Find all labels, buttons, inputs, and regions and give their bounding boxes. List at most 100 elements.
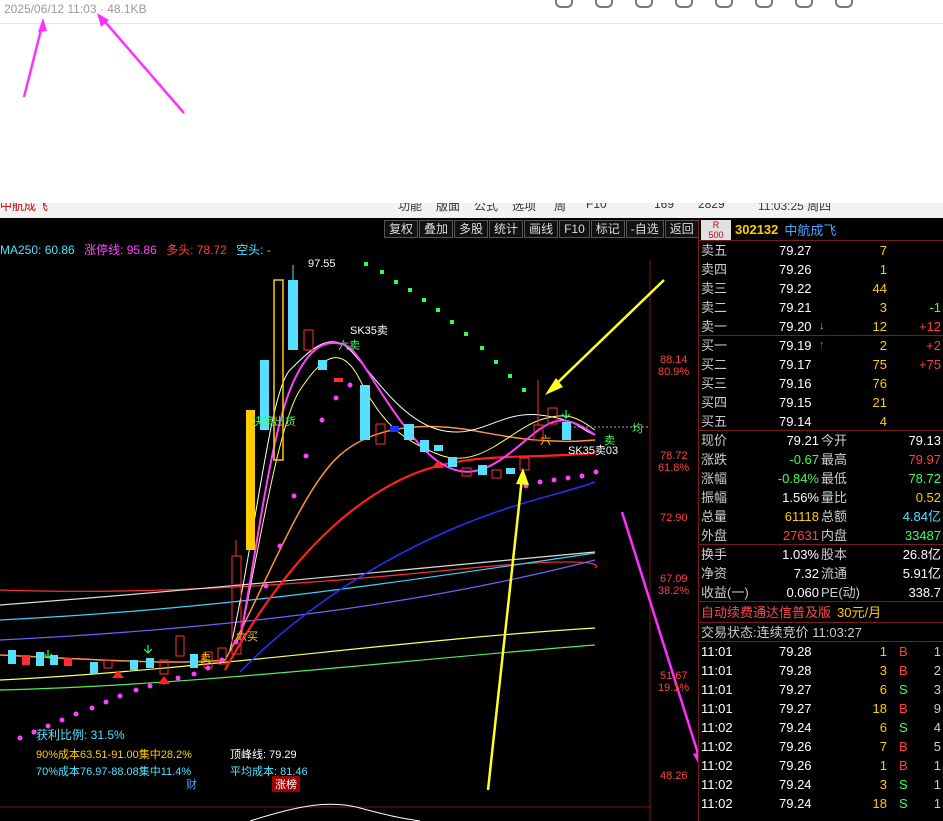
btn-watchlist[interactable]: -自选 bbox=[625, 220, 664, 238]
tick-time: 11:01 bbox=[701, 644, 733, 659]
tick-count: 9 bbox=[933, 701, 941, 716]
stat-label: PE(动) bbox=[821, 585, 861, 600]
tick-row[interactable]: 11:01 79.27 18 B 9 bbox=[699, 699, 943, 718]
ma-line-white bbox=[0, 551, 596, 606]
btn-draw[interactable]: 画线 bbox=[524, 220, 559, 238]
tick-price: 79.24 bbox=[779, 720, 812, 735]
tick-price: 79.24 bbox=[779, 777, 812, 792]
tick-row[interactable]: 11:02 79.24 3 S 1 bbox=[699, 775, 943, 794]
tick-side: S bbox=[899, 682, 908, 697]
ma-line-green bbox=[0, 644, 596, 691]
ob-price: 79.15 bbox=[779, 395, 812, 410]
stat-label: 流通 bbox=[821, 566, 848, 581]
tick-time: 11:01 bbox=[701, 701, 733, 716]
stat-label: 总额 bbox=[821, 509, 848, 524]
promo-text[interactable]: 自动续费通达信普及版 bbox=[701, 605, 831, 620]
ob-volume: 75 bbox=[872, 357, 887, 372]
trade-state: 交易状态:连续竞价 11:03:27 bbox=[699, 623, 943, 642]
stock-name: 中航成飞 bbox=[784, 223, 837, 238]
ob-label: 卖三 bbox=[701, 281, 728, 296]
tick-time: 11:02 bbox=[701, 777, 733, 792]
tick-price: 79.26 bbox=[779, 739, 812, 754]
tick-list[interactable]: 11:01 79.28 1 B 1 11:01 79.28 3 B 2 11:01 79.27 6 S 3 1… bbox=[699, 642, 943, 813]
orderbook-row[interactable]: 卖二 79.21 3 -1 bbox=[699, 298, 943, 317]
stat-label: 净资 bbox=[701, 566, 728, 581]
axis-19-1: 19.1% bbox=[658, 682, 690, 694]
menu-func[interactable]: 功能 bbox=[398, 203, 422, 214]
sell6-top-label: 六卖 bbox=[338, 340, 360, 352]
ob-price: 79.17 bbox=[779, 357, 812, 372]
tick-row[interactable]: 11:02 79.24 18 S 1 bbox=[699, 794, 943, 813]
stat-row: 总量 61118 总额 4.84亿 bbox=[699, 507, 943, 526]
peak-line: 顶峰线: 79.29 bbox=[230, 749, 297, 761]
ob-label: 卖二 bbox=[701, 300, 728, 315]
tick-row[interactable]: 11:02 79.26 7 B 5 bbox=[699, 737, 943, 756]
stat-value: 338.7 bbox=[908, 585, 941, 600]
menu-week[interactable]: 周 bbox=[554, 203, 566, 214]
ob-price: 79.16 bbox=[779, 376, 812, 391]
stat-value: -0.67 bbox=[789, 452, 819, 467]
menu-options[interactable]: 选项 bbox=[512, 203, 536, 214]
orderbook-row[interactable]: 卖三 79.22 44 bbox=[699, 279, 943, 298]
badge-top: R bbox=[712, 219, 720, 230]
menu-f10[interactable]: F10 bbox=[586, 203, 607, 211]
stat-label: 股本 bbox=[821, 547, 848, 562]
orderbook-row[interactable]: 卖一 79.20 ↓ 12 +12 bbox=[699, 317, 943, 336]
stat-label: 换手 bbox=[701, 547, 728, 562]
tick-time: 11:02 bbox=[701, 739, 733, 754]
tick-row[interactable]: 11:02 79.24 6 S 4 bbox=[699, 718, 943, 737]
orderbook-row[interactable]: 卖四 79.26 1 bbox=[699, 260, 943, 279]
tick-price: 79.28 bbox=[779, 644, 812, 659]
menu-time: 11:03:25 周四 bbox=[758, 203, 832, 213]
btn-back[interactable]: 返回 bbox=[664, 220, 699, 238]
ob-volume: 7 bbox=[879, 243, 887, 258]
stat-value: 27631 bbox=[782, 528, 819, 543]
app-title-clip: 中航成飞 bbox=[0, 203, 49, 213]
buy-zone-label: 决策出货 bbox=[252, 416, 296, 428]
orderbook-row[interactable]: 卖五 79.27 7 bbox=[699, 241, 943, 260]
btn-stats[interactable]: 统计 bbox=[489, 220, 524, 238]
axis-78-72: 78.72 bbox=[660, 450, 688, 462]
orderbook-row[interactable]: 买二 79.17 75 +75 bbox=[699, 355, 943, 374]
zhangbang-tag[interactable]: 涨榜 bbox=[272, 776, 300, 792]
ob-price: 79.19 bbox=[779, 338, 812, 353]
btn-f10[interactable]: F10 bbox=[559, 220, 590, 238]
tick-time: 11:02 bbox=[701, 720, 733, 735]
ob-volume: 2 bbox=[879, 338, 887, 353]
orderbook-row[interactable]: 买五 79.14 4 bbox=[699, 412, 943, 431]
trade-state-label: 交易状态: bbox=[701, 625, 757, 640]
tick-price: 79.27 bbox=[779, 701, 812, 716]
tick-price: 79.24 bbox=[779, 796, 812, 811]
ob-price: 79.22 bbox=[779, 281, 812, 296]
stat-value: 1.56% bbox=[782, 490, 819, 505]
ob-volume: 1 bbox=[879, 262, 887, 277]
orderbook-row[interactable]: 买四 79.15 21 bbox=[699, 393, 943, 412]
btn-overlay[interactable]: 叠加 bbox=[419, 220, 454, 238]
ob-volume: 12 bbox=[872, 319, 887, 334]
tick-row[interactable]: 11:02 79.26 1 B 1 bbox=[699, 756, 943, 775]
btn-mark[interactable]: 标记 bbox=[590, 220, 625, 238]
menu-layout[interactable]: 版面 bbox=[436, 203, 460, 214]
stat-value: -0.84% bbox=[777, 471, 819, 486]
tick-row[interactable]: 11:01 79.27 6 S 3 bbox=[699, 680, 943, 699]
stat-value: 79.13 bbox=[908, 433, 941, 448]
orderbook-row[interactable]: 买三 79.16 76 bbox=[699, 374, 943, 393]
orderbook-row[interactable]: 买一 79.19 ↑ 2 +2 bbox=[699, 336, 943, 355]
btn-fuquan[interactable]: 复权 bbox=[384, 220, 419, 238]
ob-price: 79.21 bbox=[779, 300, 812, 315]
btn-multi[interactable]: 多股 bbox=[454, 220, 489, 238]
axis-51-67: 51.67 bbox=[660, 670, 688, 682]
axis-88-14: 88.14 bbox=[660, 354, 688, 366]
stat-label: 内盘 bbox=[821, 528, 848, 543]
tick-count: 4 bbox=[933, 720, 941, 735]
ob-change: +12 bbox=[918, 319, 941, 334]
ob-price: 79.20 bbox=[779, 319, 812, 334]
stat-row: 涨跌 -0.67 最高 79.97 bbox=[699, 450, 943, 469]
sell6-mid-label: 六 bbox=[540, 435, 551, 447]
promo-banner[interactable]: 自动续费通达信普及版 30元/月 bbox=[699, 602, 943, 623]
menu-formula[interactable]: 公式 bbox=[474, 203, 498, 214]
stat-value: 1.03% bbox=[782, 547, 819, 562]
profit-ratio: 获利比例: 31.5% bbox=[36, 728, 125, 742]
tick-row[interactable]: 11:01 79.28 3 B 2 bbox=[699, 661, 943, 680]
tick-row[interactable]: 11:01 79.28 1 B 1 bbox=[699, 642, 943, 661]
